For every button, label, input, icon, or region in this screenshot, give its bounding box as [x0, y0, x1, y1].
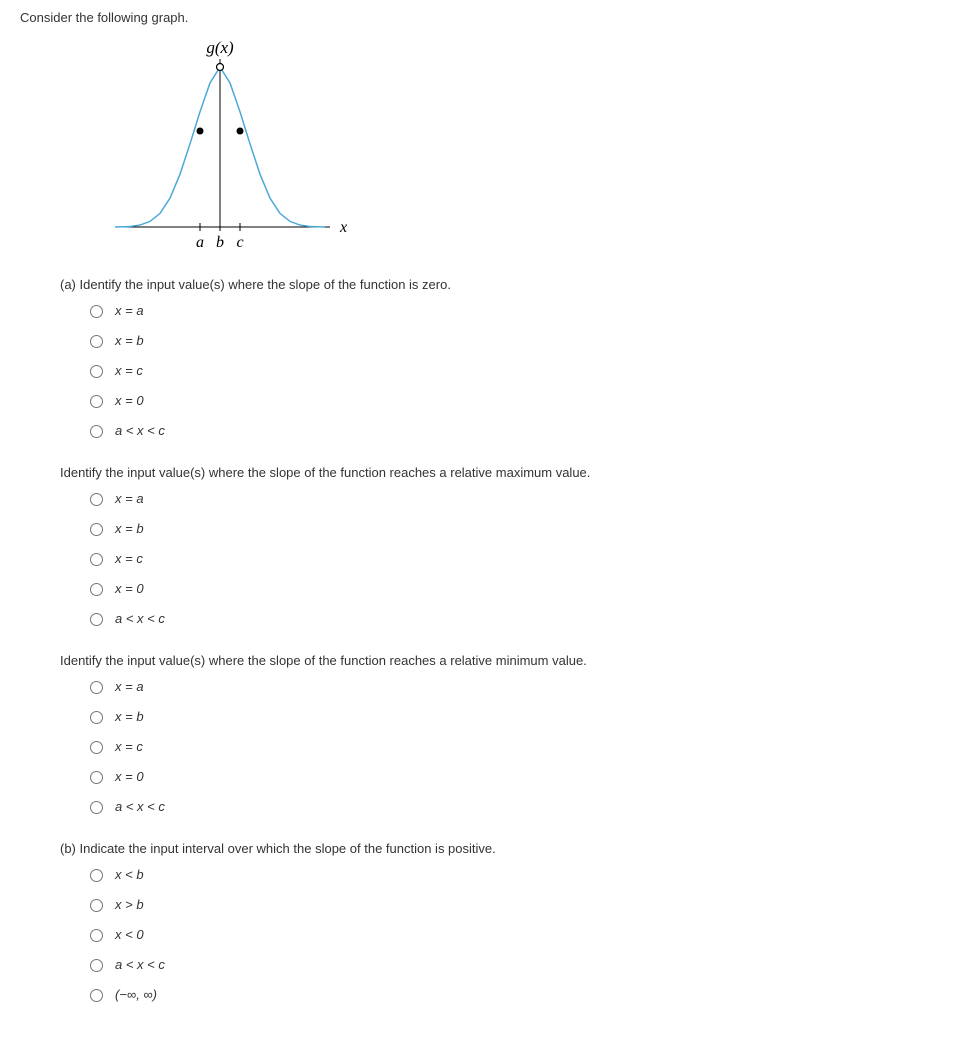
- option-radio[interactable]: [90, 989, 103, 1002]
- question-block: Identify the input value(s) where the sl…: [20, 465, 948, 628]
- options-group: x = a x = b x = c x = 0 a < x < c: [85, 676, 948, 816]
- question-block: Identify the input value(s) where the sl…: [20, 653, 948, 816]
- options-group: x = a x = b x = c x = 0 a < x < c: [85, 488, 948, 628]
- option-radio[interactable]: [90, 553, 103, 566]
- option-row: x = a: [85, 488, 948, 508]
- option-radio[interactable]: [90, 899, 103, 912]
- option-radio[interactable]: [90, 365, 103, 378]
- option-label: a < x < c: [115, 957, 165, 972]
- option-radio[interactable]: [90, 425, 103, 438]
- option-label: x = b: [115, 709, 144, 724]
- option-radio[interactable]: [90, 681, 103, 694]
- svg-text:c: c: [236, 234, 243, 251]
- option-radio[interactable]: [90, 493, 103, 506]
- option-row: a < x < c: [85, 420, 948, 440]
- option-label: x = a: [115, 491, 144, 506]
- question-prompt: Identify the input value(s) where the sl…: [60, 465, 948, 480]
- question-block: (b) Indicate the input interval over whi…: [20, 841, 948, 1004]
- option-label: x = c: [115, 551, 143, 566]
- option-radio[interactable]: [90, 929, 103, 942]
- option-label: x = b: [115, 521, 144, 536]
- option-row: x = a: [85, 676, 948, 696]
- option-label: a < x < c: [115, 611, 165, 626]
- option-row: x = 0: [85, 390, 948, 410]
- option-label: x = 0: [115, 393, 144, 408]
- svg-text:g(x): g(x): [206, 38, 234, 57]
- bell-curve-chart: abc g(x) x: [90, 37, 350, 257]
- options-group: x < b x > b x < 0 a < x < c (−∞, ∞): [85, 864, 948, 1004]
- option-radio[interactable]: [90, 801, 103, 814]
- option-label: x = 0: [115, 769, 144, 784]
- option-row: x = c: [85, 736, 948, 756]
- option-row: x = 0: [85, 578, 948, 598]
- option-radio[interactable]: [90, 335, 103, 348]
- svg-text:x: x: [339, 219, 347, 236]
- option-label: x = c: [115, 739, 143, 754]
- option-radio[interactable]: [90, 741, 103, 754]
- question-prompt: (a) Identify the input value(s) where th…: [60, 277, 948, 292]
- option-row: x = b: [85, 706, 948, 726]
- option-row: x = b: [85, 330, 948, 350]
- option-row: x > b: [85, 894, 948, 914]
- options-group: x = a x = b x = c x = 0 a < x < c: [85, 300, 948, 440]
- option-row: a < x < c: [85, 954, 948, 974]
- question-prompt: (b) Indicate the input interval over whi…: [60, 841, 948, 856]
- option-label: a < x < c: [115, 423, 165, 438]
- option-row: a < x < c: [85, 796, 948, 816]
- option-row: x = c: [85, 360, 948, 380]
- option-label: a < x < c: [115, 799, 165, 814]
- option-label: x < b: [115, 867, 144, 882]
- intro-text: Consider the following graph.: [20, 10, 948, 25]
- option-row: a < x < c: [85, 608, 948, 628]
- option-label: x = c: [115, 363, 143, 378]
- svg-text:a: a: [196, 234, 204, 251]
- option-label: (−∞, ∞): [115, 987, 157, 1002]
- option-row: (−∞, ∞): [85, 984, 948, 1004]
- option-row: x = c: [85, 548, 948, 568]
- option-radio[interactable]: [90, 523, 103, 536]
- option-label: x > b: [115, 897, 144, 912]
- question-prompt: Identify the input value(s) where the sl…: [60, 653, 948, 668]
- option-label: x < 0: [115, 927, 144, 942]
- option-radio[interactable]: [90, 771, 103, 784]
- option-radio[interactable]: [90, 613, 103, 626]
- option-row: x = 0: [85, 766, 948, 786]
- option-label: x = a: [115, 679, 144, 694]
- option-radio[interactable]: [90, 959, 103, 972]
- option-radio[interactable]: [90, 395, 103, 408]
- option-label: x = a: [115, 303, 144, 318]
- question-block: (a) Identify the input value(s) where th…: [20, 277, 948, 440]
- option-row: x < 0: [85, 924, 948, 944]
- svg-text:b: b: [216, 234, 224, 251]
- option-label: x = 0: [115, 581, 144, 596]
- option-radio[interactable]: [90, 305, 103, 318]
- option-row: x = b: [85, 518, 948, 538]
- option-label: x = b: [115, 333, 144, 348]
- graph-figure: abc g(x) x: [90, 37, 948, 257]
- option-radio[interactable]: [90, 583, 103, 596]
- option-radio[interactable]: [90, 869, 103, 882]
- option-row: x < b: [85, 864, 948, 884]
- option-radio[interactable]: [90, 711, 103, 724]
- option-row: x = a: [85, 300, 948, 320]
